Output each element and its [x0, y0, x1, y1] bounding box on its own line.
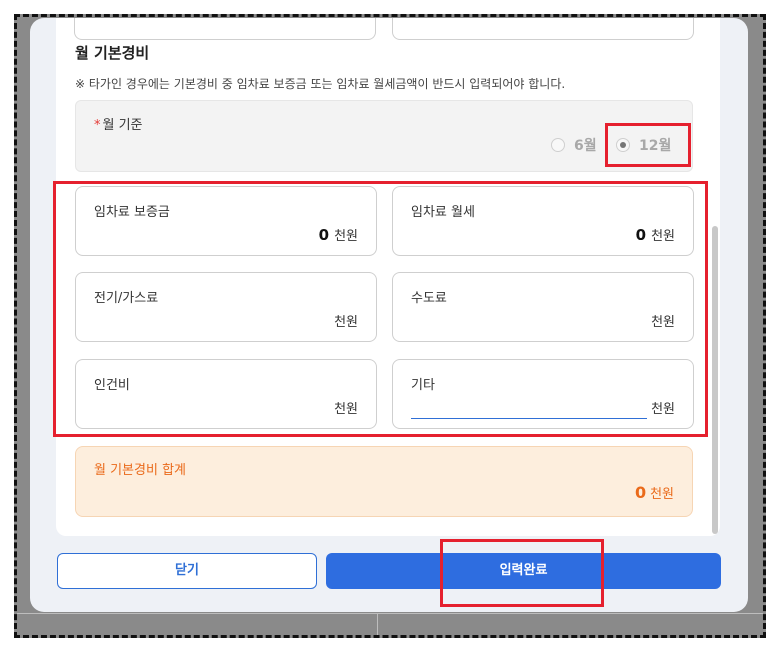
highlight-expense-fields	[53, 181, 708, 437]
section-title: 월 기본경비	[75, 44, 150, 62]
scrollbar[interactable]	[712, 226, 718, 534]
close-button[interactable]: 닫기	[57, 553, 317, 589]
monthly-basis-label-text: 월 기준	[102, 118, 143, 133]
highlight-submit-button	[440, 539, 604, 607]
radio-6-months[interactable]	[551, 138, 565, 152]
total-label: 월 기본경비 합계	[94, 463, 186, 478]
required-mark: *	[94, 118, 101, 133]
monthly-basis-label: * 월 기준	[94, 114, 143, 133]
previous-field-card	[392, 18, 694, 40]
total-panel: 월 기본경비 합계 0 천원	[75, 446, 693, 517]
monthly-basis-panel	[75, 100, 693, 172]
radio-6-months-label[interactable]: 6월	[574, 135, 597, 155]
highlight-12-months	[605, 123, 691, 167]
background-divider	[377, 613, 378, 635]
background-divider	[17, 613, 763, 614]
total-value-display: 0 천원	[635, 483, 674, 502]
notice-text: ※ 타가인 경우에는 기본경비 중 임차료 보증금 또는 임차료 월세금액이 반…	[75, 77, 566, 91]
previous-field-card	[74, 18, 376, 40]
total-unit: 천원	[650, 487, 674, 502]
total-value: 0	[634, 483, 647, 502]
